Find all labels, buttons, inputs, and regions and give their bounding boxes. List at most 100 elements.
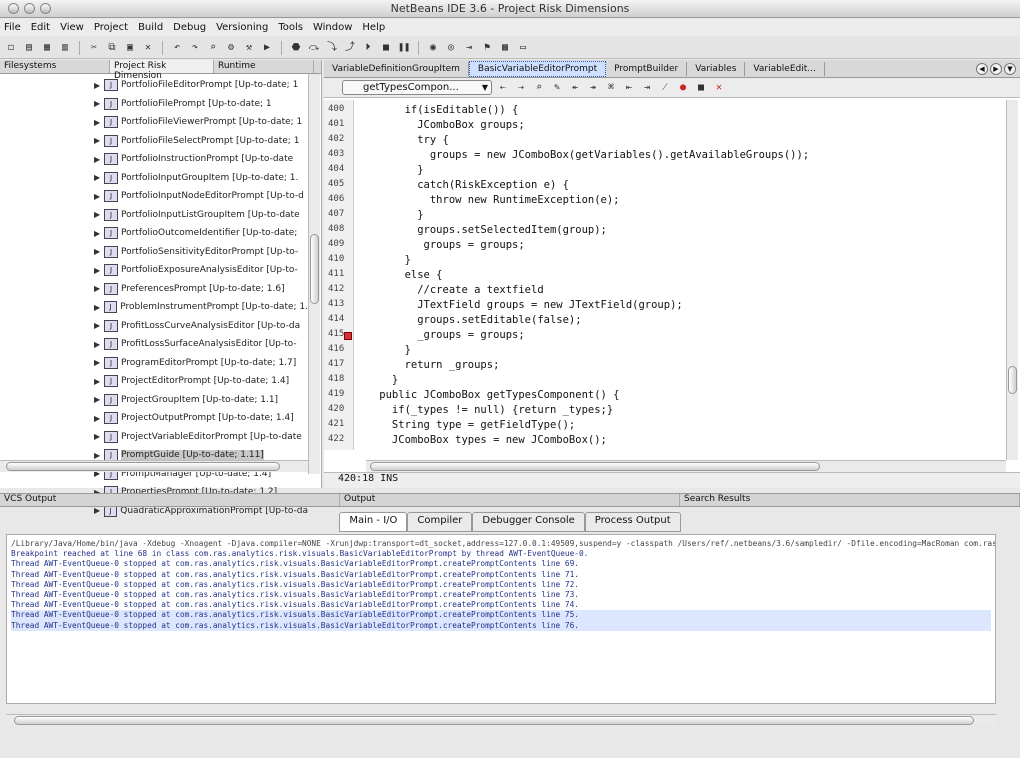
editor-tab[interactable]: Variables xyxy=(687,61,746,76)
close-window-icon[interactable] xyxy=(8,3,19,14)
delete-icon[interactable]: ✕ xyxy=(141,41,155,55)
tab-project[interactable]: Project Risk Dimension xyxy=(110,60,214,81)
code-area[interactable]: if(isEditable()) { JComboBox groups; try… xyxy=(354,102,1004,452)
scroll-thumb[interactable] xyxy=(1008,366,1017,394)
menu-versioning[interactable]: Versioning xyxy=(216,22,268,33)
redo-icon[interactable]: ↷ xyxy=(188,41,202,55)
find-selection-icon[interactable]: ⌕ xyxy=(532,81,546,95)
tree-item[interactable]: ▶ J PortfolioInstructionPrompt [Up-to-date xyxy=(0,150,308,169)
pause-icon[interactable]: ❚❚ xyxy=(397,41,411,55)
tree-item[interactable]: ▶ J PortfolioFileViewerPrompt [Up-to-date;… xyxy=(0,113,308,132)
breakpoint-icon[interactable]: ◉ xyxy=(426,41,440,55)
tree-item[interactable]: ▶ J PortfolioExposureAnalysisEditor [Up-to… xyxy=(0,261,308,280)
expand-arrow-icon[interactable]: ▶ xyxy=(94,155,104,164)
editor-tab[interactable]: PromptBuilder xyxy=(606,61,688,76)
close-doc-icon[interactable]: ✕ xyxy=(712,81,726,95)
tree-item[interactable]: ▶ J ProjectOutputPrompt [Up-to-date; 1.4] xyxy=(0,409,308,428)
search-results-tab[interactable]: Search Results xyxy=(680,494,1020,506)
macro-stop-icon[interactable]: ■ xyxy=(694,81,708,95)
menu-window[interactable]: Window xyxy=(313,22,352,33)
expand-arrow-icon[interactable]: ▶ xyxy=(94,414,104,423)
expand-arrow-icon[interactable]: ▶ xyxy=(94,303,104,312)
cut-icon[interactable]: ✂ xyxy=(87,41,101,55)
editor-horizontal-scrollbar[interactable] xyxy=(366,460,1006,472)
expand-arrow-icon[interactable]: ▶ xyxy=(94,229,104,238)
expand-arrow-icon[interactable]: ▶ xyxy=(94,210,104,219)
expand-arrow-icon[interactable]: ▶ xyxy=(94,247,104,256)
menu-file[interactable]: File xyxy=(4,22,21,33)
tree-item[interactable]: ▶ J ProjectGroupItem [Up-to-date; 1.1] xyxy=(0,391,308,410)
tree-item[interactable]: ▶ J PortfolioFileSelectPrompt [Up-to-date;… xyxy=(0,132,308,151)
scroll-tabs-left-icon[interactable]: ◀ xyxy=(976,62,988,75)
continue-icon[interactable]: ⏵ xyxy=(361,41,375,55)
undo-icon[interactable]: ↶ xyxy=(170,41,184,55)
expand-arrow-icon[interactable]: ▶ xyxy=(94,173,104,182)
tab-process-output[interactable]: Process Output xyxy=(584,512,681,532)
expand-arrow-icon[interactable]: ▶ xyxy=(94,377,104,386)
expand-arrow-icon[interactable]: ▶ xyxy=(94,451,104,460)
find-prev-icon[interactable]: ⇠ xyxy=(496,81,510,95)
editor-tab[interactable]: VariableEdit... xyxy=(745,61,825,76)
build-icon[interactable]: ⚒ xyxy=(242,41,256,55)
expand-arrow-icon[interactable]: ▶ xyxy=(94,81,104,90)
expand-arrow-icon[interactable]: ▶ xyxy=(94,340,104,349)
minimize-window-icon[interactable] xyxy=(24,3,35,14)
tree-item[interactable]: ▶ J PortfolioSensitivityEditorPrompt [Up-t… xyxy=(0,243,308,262)
tree-item[interactable]: ▶ J ProfitLossCurveAnalysisEditor [Up-to-d… xyxy=(0,317,308,336)
open-icon[interactable]: ▤ xyxy=(22,41,36,55)
tab-runtime[interactable]: Runtime xyxy=(214,60,314,73)
output-tab[interactable]: Output xyxy=(340,494,680,506)
paste-icon[interactable]: ▣ xyxy=(123,41,137,55)
menu-debug[interactable]: Debug xyxy=(173,22,206,33)
stop-debug-icon[interactable]: ■ xyxy=(379,41,393,55)
zoom-window-icon[interactable] xyxy=(40,3,51,14)
bookmark-prev-icon[interactable]: ↞ xyxy=(568,81,582,95)
tree-item[interactable]: ▶ J PreferencesPrompt [Up-to-date; 1.6] xyxy=(0,280,308,299)
vcs-output-tab[interactable]: VCS Output xyxy=(0,494,340,506)
tree-item[interactable]: ▶ J ProfitLossSurfaceAnalysisEditor [Up-to… xyxy=(0,335,308,354)
output-console[interactable]: /Library/Java/Home/bin/java -Xdebug -Xno… xyxy=(6,534,996,704)
tab-filesystems[interactable]: Filesystems xyxy=(0,60,110,73)
expand-arrow-icon[interactable]: ▶ xyxy=(94,395,104,404)
tree-item[interactable]: ▶ J ProjectEditorPrompt [Up-to-date; 1.4] xyxy=(0,372,308,391)
tab-main-io[interactable]: Main - I/O xyxy=(339,512,408,532)
expand-arrow-icon[interactable]: ▶ xyxy=(94,136,104,145)
fix-icon[interactable]: ⚑ xyxy=(480,41,494,55)
expand-arrow-icon[interactable]: ▶ xyxy=(94,358,104,367)
new-file-icon[interactable]: ◻ xyxy=(4,41,18,55)
editor-tab[interactable]: VariableDefinitionGroupItem xyxy=(324,61,469,76)
expand-arrow-icon[interactable]: ▶ xyxy=(94,284,104,293)
output-horizontal-scrollbar[interactable] xyxy=(6,714,996,726)
tree-item[interactable]: ▶ J PortfolioInputNodeEditorPrompt [Up-to-… xyxy=(0,187,308,206)
editor-vertical-scrollbar[interactable] xyxy=(1006,100,1018,460)
bookmark-next-icon[interactable]: ↠ xyxy=(586,81,600,95)
member-combo[interactable]: getTypesCompon... ▼ xyxy=(342,80,492,95)
menu-project[interactable]: Project xyxy=(94,22,128,33)
copy-icon[interactable]: ⧉ xyxy=(105,41,119,55)
find-icon[interactable]: ⌕ xyxy=(206,41,220,55)
bookmark-toggle-icon[interactable]: ⌘ xyxy=(604,81,618,95)
shift-left-icon[interactable]: ⇤ xyxy=(622,81,636,95)
expand-arrow-icon[interactable]: ▶ xyxy=(94,192,104,201)
debug-icon[interactable]: ⬣ xyxy=(289,41,303,55)
shift-right-icon[interactable]: ⇥ xyxy=(640,81,654,95)
tree-item[interactable]: ▶ J PortfolioFilePrompt [Up-to-date; 1 xyxy=(0,95,308,114)
save-all-icon[interactable]: ▥ xyxy=(58,41,72,55)
tree-item[interactable]: ▶ J PortfolioInputListGroupItem [Up-to-dat… xyxy=(0,206,308,225)
scroll-thumb[interactable] xyxy=(14,716,974,725)
menu-edit[interactable]: Edit xyxy=(31,22,50,33)
macro-record-icon[interactable]: ● xyxy=(676,81,690,95)
tree-horizontal-scrollbar[interactable] xyxy=(0,460,308,472)
scroll-thumb[interactable] xyxy=(310,234,319,304)
toggle-highlight-icon[interactable]: ✎ xyxy=(550,81,564,95)
step-over-icon[interactable]: ⤼ xyxy=(307,41,321,55)
tab-debugger-console[interactable]: Debugger Console xyxy=(472,512,585,532)
expand-arrow-icon[interactable]: ▶ xyxy=(94,321,104,330)
watch-icon[interactable]: ◎ xyxy=(444,41,458,55)
menu-build[interactable]: Build xyxy=(138,22,163,33)
tree-item[interactable]: ▶ J PortfolioOutcomeIdentifier [Up-to-date… xyxy=(0,224,308,243)
menu-view[interactable]: View xyxy=(60,22,84,33)
scroll-tabs-right-icon[interactable]: ▶ xyxy=(990,62,1002,75)
layout-icon[interactable]: ▩ xyxy=(498,41,512,55)
scroll-thumb[interactable] xyxy=(370,462,820,471)
